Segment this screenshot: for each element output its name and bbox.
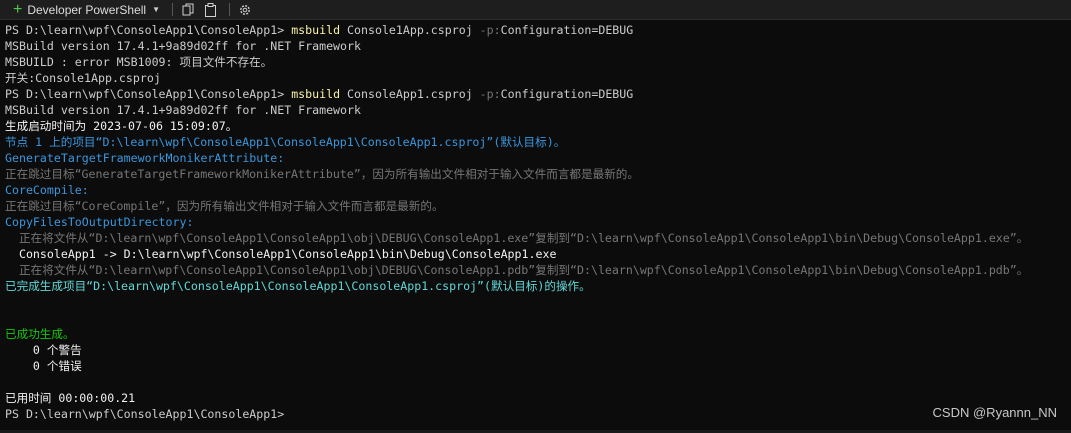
terminal-text: MSBuild version 17.4.1+9a89d02ff for .NE… <box>5 39 361 53</box>
terminal-text: PS D:\learn\wpf\ConsoleApp1\ConsoleApp1> <box>5 87 292 101</box>
chevron-down-icon: ▼ <box>152 5 160 14</box>
terminal-text: msbuild <box>291 87 341 101</box>
terminal-text: CopyFilesToOutputDirectory: <box>5 215 194 229</box>
copy-icon <box>182 3 193 16</box>
terminal-line: MSBUILD : error MSB1009: 项目文件不存在。 <box>5 54 1028 70</box>
terminal-line: 已成功生成。 <box>5 326 1028 342</box>
settings-button[interactable] <box>236 0 254 19</box>
terminal-text: MSBuild version 17.4.1+9a89d02ff for .NE… <box>5 103 361 117</box>
terminal-text: -p: <box>479 87 501 101</box>
terminal-line: 正在跳过目标“CoreCompile”，因为所有输出文件相对于输入文件而言都是最… <box>5 198 1028 214</box>
terminal-text: 节点 1 上的项目“D:\learn\wpf\ConsoleApp1\Conso… <box>5 135 566 149</box>
terminal-text: 正在跳过目标“GenerateTargetFrameworkMonikerAtt… <box>5 167 639 181</box>
terminal-line: PS D:\learn\wpf\ConsoleApp1\ConsoleApp1> <box>5 406 1028 422</box>
terminal-line: 正在将文件从“D:\learn\wpf\ConsoleApp1\ConsoleA… <box>5 262 1028 278</box>
terminal-line: MSBuild version 17.4.1+9a89d02ff for .NE… <box>5 102 1028 118</box>
terminal-text: Configuration=DEBUG <box>500 23 634 37</box>
terminal-line: CopyFilesToOutputDirectory: <box>5 214 1028 230</box>
terminal-output[interactable]: PS D:\learn\wpf\ConsoleApp1\ConsoleApp1>… <box>5 22 1028 422</box>
paste-button[interactable] <box>201 0 219 19</box>
terminal-line: PS D:\learn\wpf\ConsoleApp1\ConsoleApp1>… <box>5 22 1028 38</box>
terminal-text: 0 个警告 <box>5 343 82 357</box>
terminal-line: GenerateTargetFrameworkMonikerAttribute: <box>5 150 1028 166</box>
terminal-text: PS D:\learn\wpf\ConsoleApp1\ConsoleApp1> <box>5 23 292 37</box>
plus-icon: + <box>13 1 23 18</box>
toolbar-divider <box>229 3 230 16</box>
terminal-text: 正在将文件从“D:\learn\wpf\ConsoleApp1\ConsoleA… <box>5 263 1029 277</box>
terminal-line: MSBuild version 17.4.1+9a89d02ff for .NE… <box>5 38 1028 54</box>
terminal-line: 已用时间 00:00:00.21 <box>5 390 1028 406</box>
toolbar-divider <box>172 3 173 16</box>
terminal-text: 开关:Console1App.csproj <box>5 71 161 85</box>
terminal-line: 0 个错误 <box>5 358 1028 374</box>
terminal-text: msbuild <box>291 23 341 37</box>
terminal-text: -p: <box>479 23 501 37</box>
terminal-line: ConsoleApp1 -> D:\learn\wpf\ConsoleApp1\… <box>5 246 1028 262</box>
terminal-text: 正在跳过目标“CoreCompile”，因为所有输出文件相对于输入文件而言都是最… <box>5 199 444 213</box>
terminal-text: Console1App.csproj <box>340 23 480 37</box>
terminal-text: CoreCompile: <box>5 183 89 197</box>
terminal-text: 已完成生成项目“D:\learn\wpf\ConsoleApp1\Console… <box>5 279 591 293</box>
terminal-line: 0 个警告 <box>5 342 1028 358</box>
terminal-text: 0 个错误 <box>5 359 82 373</box>
copy-button[interactable] <box>179 0 197 19</box>
terminal-line: 开关:Console1App.csproj <box>5 70 1028 86</box>
terminal-line: 正在跳过目标“GenerateTargetFrameworkMonikerAtt… <box>5 166 1028 182</box>
terminal-line: 节点 1 上的项目“D:\learn\wpf\ConsoleApp1\Conso… <box>5 134 1028 150</box>
terminal-line: PS D:\learn\wpf\ConsoleApp1\ConsoleApp1>… <box>5 86 1028 102</box>
profile-name: Developer PowerShell <box>27 2 147 17</box>
watermark: CSDN @Ryannn_NN <box>932 405 1057 420</box>
terminal-text: PS D:\learn\wpf\ConsoleApp1\ConsoleApp1> <box>5 407 285 421</box>
terminal-toolbar: + Developer PowerShell ▼ <box>0 0 1071 20</box>
terminal-text: 已用时间 00:00:00.21 <box>5 391 136 405</box>
terminal-text: 生成启动时间为 2023-07-06 15:09:07。 <box>5 119 238 133</box>
terminal-text: Configuration=DEBUG <box>500 87 634 101</box>
terminal-line: 正在将文件从“D:\learn\wpf\ConsoleApp1\ConsoleA… <box>5 230 1028 246</box>
terminal-text: GenerateTargetFrameworkMonikerAttribute: <box>5 151 285 165</box>
terminal-line: CoreCompile: <box>5 182 1028 198</box>
terminal-text: ConsoleApp1.csproj <box>340 87 480 101</box>
terminal-text: 正在将文件从“D:\learn\wpf\ConsoleApp1\ConsoleA… <box>5 231 1029 245</box>
terminal-line: 已完成生成项目“D:\learn\wpf\ConsoleApp1\Console… <box>5 278 1028 294</box>
terminal-line: 生成启动时间为 2023-07-06 15:09:07。 <box>5 118 1028 134</box>
gear-icon <box>240 4 250 15</box>
terminal-text: MSBUILD : error MSB1009: 项目文件不存在。 <box>5 55 273 69</box>
profile-dropdown-button[interactable]: ▼ <box>152 0 166 19</box>
paste-icon <box>204 2 216 17</box>
terminal-text: 已成功生成。 <box>5 327 75 341</box>
terminal-text: ConsoleApp1 -> D:\learn\wpf\ConsoleApp1\… <box>5 247 557 261</box>
new-tab-button[interactable]: + Developer PowerShell <box>0 0 152 19</box>
